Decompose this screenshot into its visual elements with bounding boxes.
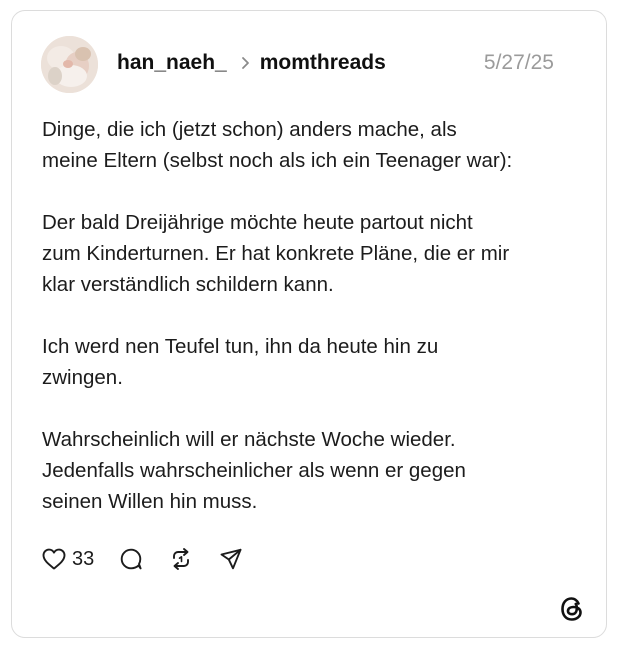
like-count: 33: [72, 547, 95, 570]
post-text: Dinge, die ich (jetzt schon) anders mach…: [42, 114, 582, 548]
repost-icon: [168, 546, 194, 572]
share-button[interactable]: [218, 546, 244, 572]
repost-button[interactable]: [168, 546, 194, 572]
avatar[interactable]: [41, 36, 98, 93]
post-paragraph: Der bald Dreijährige möchte heute partou…: [42, 211, 510, 296]
action-bar: 33: [41, 544, 268, 574]
comment-button[interactable]: [118, 546, 144, 572]
username[interactable]: han_naeh_: [117, 51, 227, 75]
post-card: han_naeh_ momthreads 5/27/25 Dinge, die …: [11, 10, 607, 638]
post-date: 5/27/25: [483, 51, 554, 74]
post-paragraph: Ich werd nen Teufel tun, ihn da heute hi…: [42, 335, 439, 389]
post-header: han_naeh_ momthreads: [117, 49, 386, 77]
threads-logo-icon[interactable]: [557, 594, 587, 624]
comment-icon: [118, 546, 144, 572]
chevron-right-icon: [241, 56, 250, 70]
post-paragraph: Dinge, die ich (jetzt schon) anders mach…: [42, 118, 513, 172]
community-name[interactable]: momthreads: [260, 51, 386, 75]
post-paragraph: Wahrscheinlich will er nächste Woche wie…: [42, 428, 466, 513]
share-icon: [218, 546, 244, 572]
heart-icon: [41, 547, 67, 571]
like-button[interactable]: 33: [41, 547, 94, 571]
